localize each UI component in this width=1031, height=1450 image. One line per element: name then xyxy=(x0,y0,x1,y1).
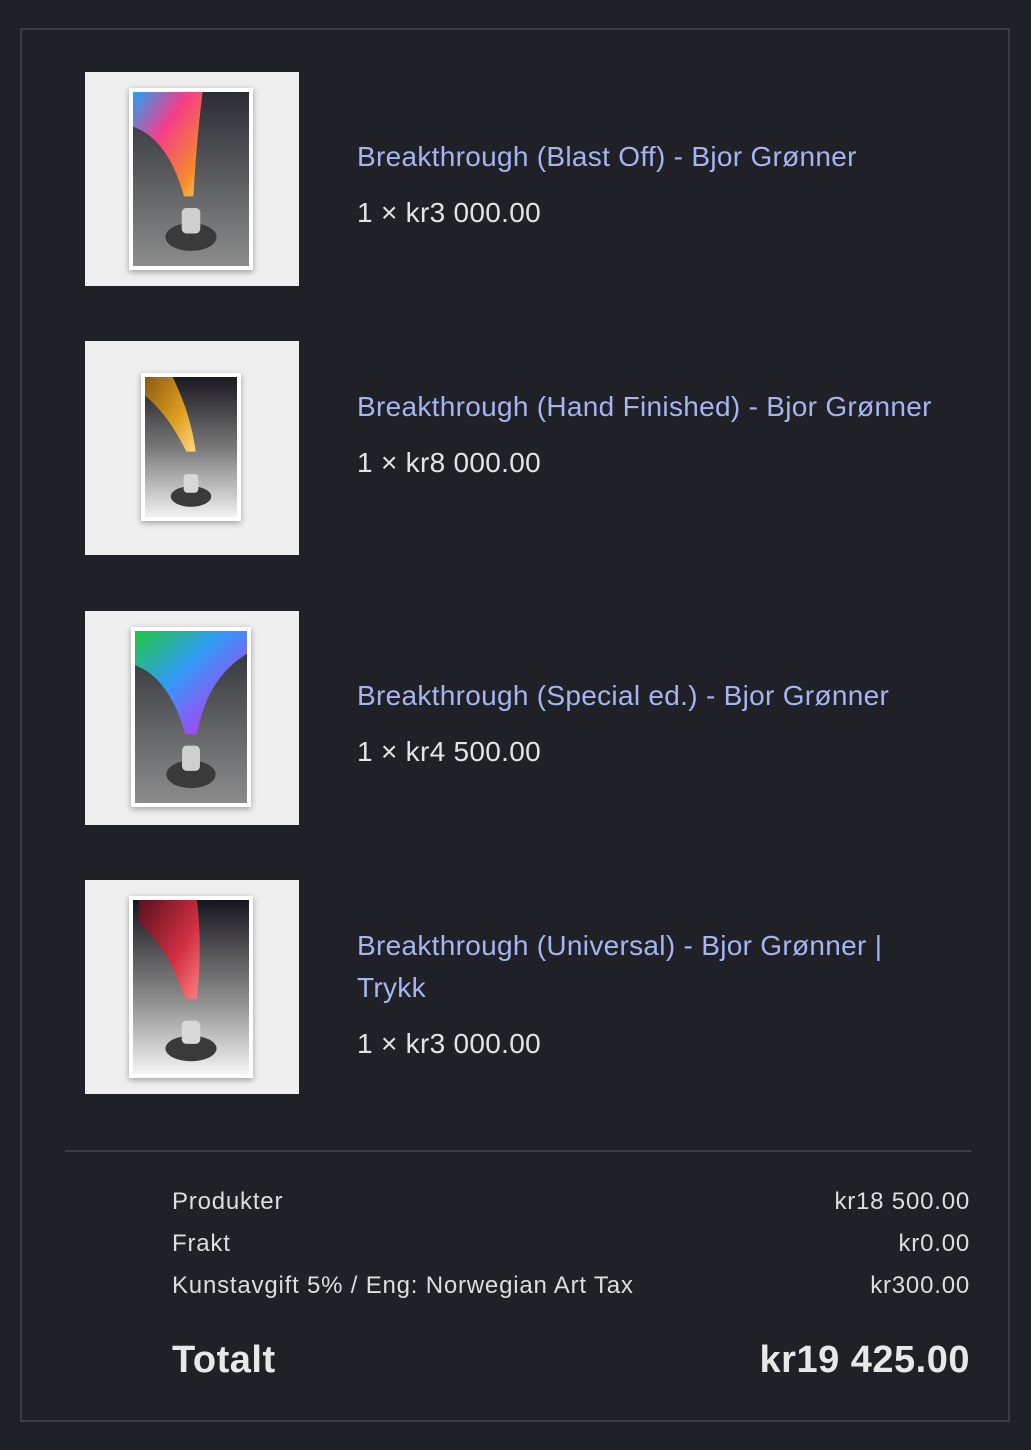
tax-label: Kunstavgift 5% / Eng: Norwegian Art Tax xyxy=(172,1272,634,1299)
product-thumbnail[interactable] xyxy=(85,611,299,825)
product-title-link[interactable]: Breakthrough (Universal) - Bjor Grønner … xyxy=(357,925,957,1009)
product-title-link[interactable]: Breakthrough (Hand Finished) - Bjor Grøn… xyxy=(357,386,957,428)
artwork-image xyxy=(141,373,241,521)
total-label: Totalt xyxy=(172,1339,276,1381)
product-quantity-price: 1 × kr8 000.00 xyxy=(357,447,541,478)
product-thumbnail[interactable] xyxy=(85,341,299,555)
product-thumbnail[interactable] xyxy=(85,880,299,1094)
products-subtotal-row: Produkter kr18 500.00 xyxy=(172,1185,970,1219)
cart-item: Breakthrough (Universal) - Bjor Grønner … xyxy=(85,880,965,1094)
product-quantity-price: 1 × kr3 000.00 xyxy=(357,1028,541,1059)
products-label: Produkter xyxy=(172,1188,284,1215)
product-quantity-price: 1 × kr3 000.00 xyxy=(357,197,541,228)
summary-divider xyxy=(65,1150,971,1152)
shipping-row: Frakt kr0.00 xyxy=(172,1227,970,1261)
tax-row: Kunstavgift 5% / Eng: Norwegian Art Tax … xyxy=(172,1269,970,1303)
cart-item: Breakthrough (Blast Off) - Bjor Grønner … xyxy=(85,72,965,286)
shipping-label: Frakt xyxy=(172,1230,231,1257)
artwork-image xyxy=(129,896,253,1078)
product-title-link[interactable]: Breakthrough (Blast Off) - Bjor Grønner xyxy=(357,136,957,178)
products-value: kr18 500.00 xyxy=(834,1188,970,1215)
total-value: kr19 425.00 xyxy=(759,1339,970,1381)
artwork-image xyxy=(131,627,251,807)
tax-value: kr300.00 xyxy=(870,1272,970,1299)
total-row: Totalt kr19 425.00 xyxy=(172,1335,970,1385)
product-title-link[interactable]: Breakthrough (Special ed.) - Bjor Grønne… xyxy=(357,675,957,717)
product-quantity-price: 1 × kr4 500.00 xyxy=(357,736,541,767)
cart-item: Breakthrough (Special ed.) - Bjor Grønne… xyxy=(85,611,965,825)
product-thumbnail[interactable] xyxy=(85,72,299,286)
order-summary-panel: Breakthrough (Blast Off) - Bjor Grønner … xyxy=(20,28,1010,1422)
artwork-image xyxy=(129,88,253,270)
cart-item: Breakthrough (Hand Finished) - Bjor Grøn… xyxy=(85,341,965,555)
shipping-value: kr0.00 xyxy=(898,1230,970,1257)
